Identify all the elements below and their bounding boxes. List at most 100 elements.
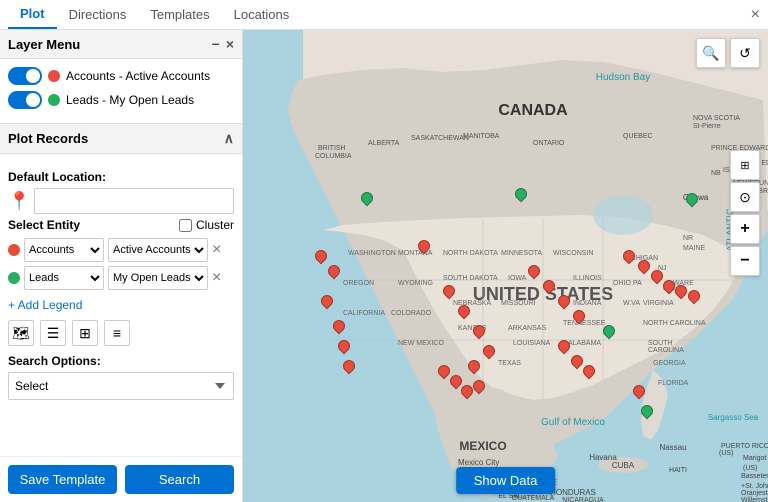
leads-filter-select[interactable]: My Open Leads [108, 266, 208, 290]
tab-plot[interactable]: Plot [8, 0, 57, 29]
svg-text:Marigot: Marigot [743, 455, 766, 462]
entity-row-leads: Leads My Open Leads × [8, 266, 234, 290]
main-layout: Layer Menu − × Accounts - Active Account… [0, 30, 768, 502]
show-data-button[interactable]: Show Data [456, 467, 556, 494]
svg-text:CALIFORNIA: CALIFORNIA [343, 310, 385, 317]
svg-text:SOUTH: SOUTH [648, 340, 673, 347]
plot-records-chevron[interactable]: ∧ [224, 130, 234, 147]
svg-text:MONTANA: MONTANA [398, 250, 433, 257]
svg-text:COLORADO: COLORADO [391, 310, 432, 317]
svg-text:+St. John: +St. John [741, 483, 768, 490]
tab-directions[interactable]: Directions [57, 1, 139, 28]
svg-text:NOVA SCOTIA: NOVA SCOTIA [693, 115, 740, 122]
svg-text:QUEBEC: QUEBEC [623, 133, 653, 140]
svg-text:BRITISH: BRITISH [318, 145, 346, 152]
map-right-controls: ⊞ ⊙ + − [730, 150, 760, 276]
accounts-entity-icon [8, 244, 20, 256]
cluster-checkbox[interactable] [179, 219, 192, 232]
leads-entity-icon [8, 272, 20, 284]
layer-menu-header: Layer Menu − × [0, 30, 242, 59]
svg-text:NORTH DAKOTA: NORTH DAKOTA [443, 250, 498, 257]
layers-btn[interactable]: ⊞ [730, 150, 760, 180]
svg-text:IOWA: IOWA [508, 275, 527, 282]
search-options-select[interactable]: Select [8, 372, 234, 400]
svg-text:WASHINGTON: WASHINGTON [348, 250, 396, 257]
plot-records-title: Plot Records [8, 131, 88, 146]
svg-text:OHIO: OHIO [613, 280, 631, 287]
svg-text:ALABAMA: ALABAMA [568, 340, 601, 347]
add-legend-link[interactable]: + Add Legend [8, 298, 82, 312]
svg-text:Hudson Bay: Hudson Bay [596, 72, 650, 83]
left-panel: Layer Menu − × Accounts - Active Account… [0, 30, 243, 502]
close-icon[interactable]: × [751, 6, 760, 24]
svg-text:MINNESOTA: MINNESOTA [501, 250, 542, 257]
layer-menu-close-icon[interactable]: × [226, 36, 234, 52]
bottom-buttons: Save Template Search [0, 456, 242, 502]
svg-text:Sargasso Sea: Sargasso Sea [708, 413, 759, 422]
accounts-remove-icon[interactable]: × [212, 242, 221, 258]
tab-templates[interactable]: Templates [138, 1, 221, 28]
layer-menu-title: Layer Menu [8, 37, 80, 52]
detail-view-btn[interactable]: ≡ [104, 320, 130, 346]
default-location-row: 📍 [8, 188, 234, 214]
svg-text:Basseterre: Basseterre [741, 473, 768, 480]
svg-text:GEORGIA: GEORGIA [653, 360, 686, 367]
svg-text:WYOMING: WYOMING [398, 280, 433, 287]
map-refresh-btn[interactable]: ↺ [730, 38, 760, 68]
list-view-btn[interactable]: ☰ [40, 320, 66, 346]
svg-text:MAINE: MAINE [683, 245, 706, 252]
svg-text:NB: NB [711, 170, 721, 177]
zoom-out-btn[interactable]: − [730, 246, 760, 276]
svg-text:NEW MEXICO: NEW MEXICO [398, 340, 444, 347]
zoom-in-btn[interactable]: + [730, 214, 760, 244]
layer-item-leads: Leads - My Open Leads [8, 91, 234, 109]
save-template-button[interactable]: Save Template [8, 465, 117, 494]
svg-text:ILLINOIS: ILLINOIS [573, 275, 602, 282]
svg-text:Gulf of Mexico: Gulf of Mexico [541, 417, 605, 428]
svg-text:MEXICO: MEXICO [459, 439, 506, 453]
svg-text:PA: PA [633, 280, 642, 287]
grid-view-btn[interactable]: ⊞ [72, 320, 98, 346]
svg-text:NICARAGUA: NICARAGUA [562, 497, 604, 502]
leads-type-select[interactable]: Leads [24, 266, 104, 290]
svg-text:MISSOURI: MISSOURI [501, 300, 536, 307]
svg-text:CANADA: CANADA [498, 102, 568, 119]
entity-row-accounts: Accounts Active Accounts × [8, 238, 234, 262]
svg-text:VIRGINIA: VIRGINIA [643, 300, 674, 307]
map-search-btn[interactable]: 🔍 [696, 38, 726, 68]
accounts-color-dot [48, 70, 60, 82]
svg-text:CUBA: CUBA [612, 461, 635, 470]
svg-text:Mexico City: Mexico City [458, 458, 499, 467]
default-location-label: Default Location: [8, 170, 234, 184]
svg-text:(US): (US) [743, 465, 757, 472]
map-view-btn[interactable]: 🗺 [8, 320, 34, 346]
svg-text:EL SAL...: EL SAL... [498, 493, 527, 500]
svg-text:TENNESSEE: TENNESSEE [563, 320, 606, 327]
accounts-type-select[interactable]: Accounts [24, 238, 104, 262]
accounts-toggle[interactable] [8, 67, 42, 85]
svg-text:Nassau: Nassau [659, 443, 686, 452]
minimize-icon[interactable]: − [212, 36, 220, 52]
map-area[interactable]: CANADA UNITED STATES MEXICO Gulf of Mexi… [243, 30, 768, 502]
svg-text:St-Pierre: St-Pierre [693, 123, 721, 130]
select-entity-row: Select Entity Cluster [8, 218, 234, 232]
leads-toggle[interactable] [8, 91, 42, 109]
svg-text:TEXAS: TEXAS [498, 360, 521, 367]
cluster-text: Cluster [196, 218, 234, 232]
default-location-input[interactable] [34, 188, 234, 214]
svg-text:SOUTH DAKOTA: SOUTH DAKOTA [443, 275, 498, 282]
svg-text:W.VA: W.VA [623, 300, 640, 307]
svg-text:CAROLINA: CAROLINA [648, 347, 684, 354]
leads-remove-icon[interactable]: × [212, 270, 221, 286]
svg-text:MANITOBA: MANITOBA [463, 133, 500, 140]
svg-text:LOUISIANA: LOUISIANA [513, 340, 551, 347]
search-button[interactable]: Search [125, 465, 234, 494]
app-container: Plot Directions Templates Locations × La… [0, 0, 768, 502]
cluster-label: Cluster [179, 218, 234, 232]
accounts-filter-select[interactable]: Active Accounts [108, 238, 208, 262]
location-pin-icon[interactable]: 📍 [8, 191, 30, 212]
svg-text:NORTH CAROLINA: NORTH CAROLINA [643, 320, 706, 327]
location-center-btn[interactable]: ⊙ [730, 182, 760, 212]
tab-locations[interactable]: Locations [222, 1, 302, 28]
select-entity-label: Select Entity [8, 218, 80, 232]
